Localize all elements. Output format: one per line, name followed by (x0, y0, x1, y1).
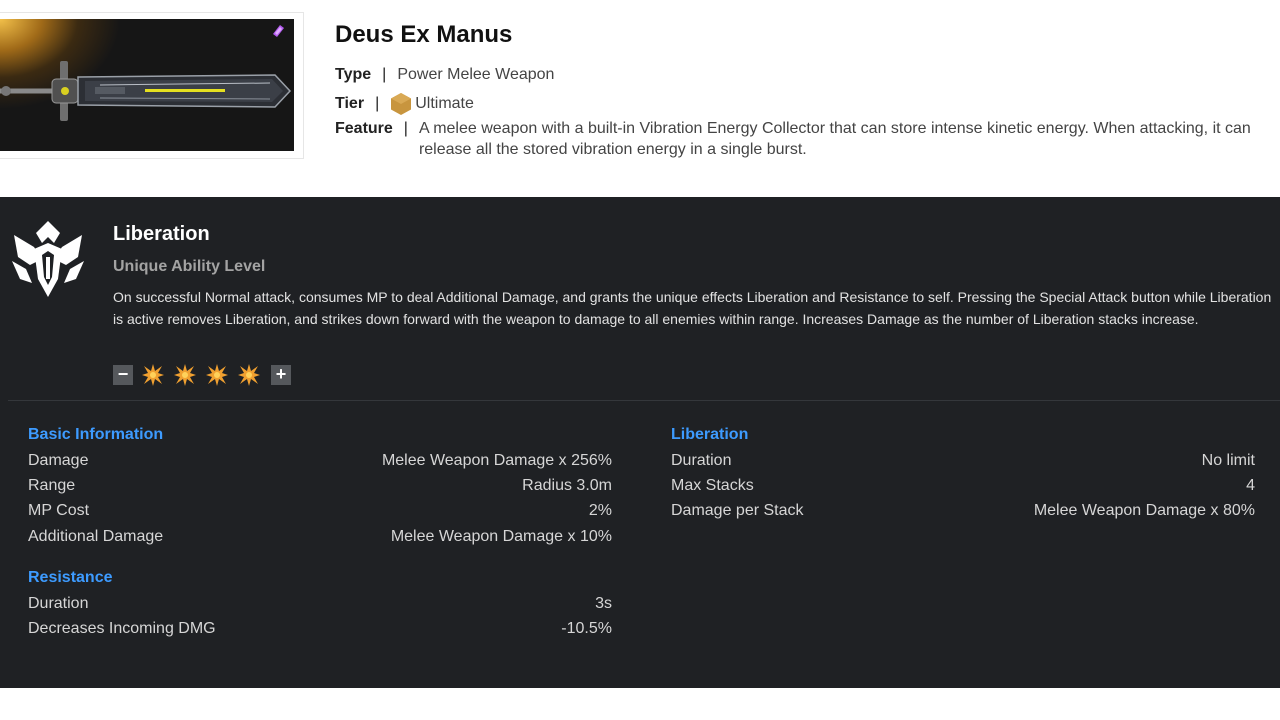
feature-label: Feature (335, 120, 393, 137)
burst-star-icon (206, 364, 228, 386)
ability-description: On successful Normal attack, consumes MP… (113, 289, 1272, 327)
divider (8, 400, 1280, 401)
level-decrease-button[interactable]: − (113, 365, 133, 385)
stat-value: 3s (595, 595, 612, 612)
stat-key: Duration (671, 452, 732, 469)
ability-level-control: − + (113, 363, 291, 387)
stat-row: Range Radius 3.0m (28, 477, 612, 499)
feature-row: Feature | A melee weapon with a built-in… (335, 120, 1279, 160)
separator: | (382, 66, 387, 83)
level-increase-button[interactable]: + (271, 365, 291, 385)
burst-star-icon (238, 364, 260, 386)
stat-value: -10.5% (561, 620, 612, 637)
crystal-badge-icon (273, 25, 284, 37)
stat-row: Duration No limit (671, 452, 1255, 474)
page: Deus Ex Manus Type | Power Melee Weapon … (0, 0, 1280, 720)
tier-row: Tier | Ultimate (335, 92, 474, 116)
stat-value: Melee Weapon Damage x 10% (390, 528, 612, 545)
stat-value: Radius 3.0m (522, 477, 612, 494)
liberation-title: Liberation (671, 426, 749, 443)
resistance-title: Resistance (28, 569, 113, 586)
weapon-name: Deus Ex Manus (335, 21, 513, 48)
stat-value: 2% (588, 502, 612, 519)
stat-key: Duration (28, 595, 89, 612)
burst-star-icon (174, 364, 196, 386)
stat-value: Melee Weapon Damage x 80% (1033, 502, 1255, 519)
feature-value: A melee weapon with a built-in Vibration… (418, 120, 1251, 158)
stat-value: Melee Weapon Damage x 256% (381, 452, 612, 469)
separator: | (403, 120, 408, 137)
tier-label: Tier (335, 95, 365, 112)
stat-key: Decreases Incoming DMG (28, 620, 216, 637)
ability-subtitle: Unique Ability Level (113, 258, 266, 275)
stat-value: 4 (1246, 477, 1255, 494)
stat-value: No limit (1201, 452, 1255, 469)
stat-row: Duration 3s (28, 595, 612, 617)
stat-key: MP Cost (28, 502, 90, 519)
sword-illustration (0, 61, 292, 121)
liberation-ability-icon (12, 221, 84, 297)
tier-value: Ultimate (415, 95, 474, 112)
basic-information-title: Basic Information (28, 426, 164, 443)
type-value: Power Melee Weapon (397, 66, 555, 83)
type-label: Type (335, 66, 372, 83)
hexagon-icon (391, 93, 412, 115)
stat-key: Max Stacks (671, 477, 754, 494)
stat-row: Damage per Stack Melee Weapon Damage x 8… (671, 502, 1255, 524)
stat-row: Additional Damage Melee Weapon Damage x … (28, 528, 612, 550)
stat-row: Decreases Incoming DMG -10.5% (28, 620, 612, 642)
stat-row: Max Stacks 4 (671, 477, 1255, 499)
stat-key: Damage per Stack (671, 502, 804, 519)
burst-star-icon (142, 364, 164, 386)
ability-panel: Liberation Unique Ability Level On succe… (0, 197, 1280, 688)
separator: | (375, 95, 380, 112)
type-row: Type | Power Melee Weapon (335, 66, 554, 84)
stat-key: Additional Damage (28, 528, 164, 545)
stat-key: Range (28, 477, 76, 494)
stat-row: Damage Melee Weapon Damage x 256% (28, 452, 612, 474)
stat-key: Damage (28, 452, 89, 469)
ability-title: Liberation (113, 223, 210, 245)
weapon-image (0, 19, 294, 151)
stat-row: MP Cost 2% (28, 502, 612, 524)
